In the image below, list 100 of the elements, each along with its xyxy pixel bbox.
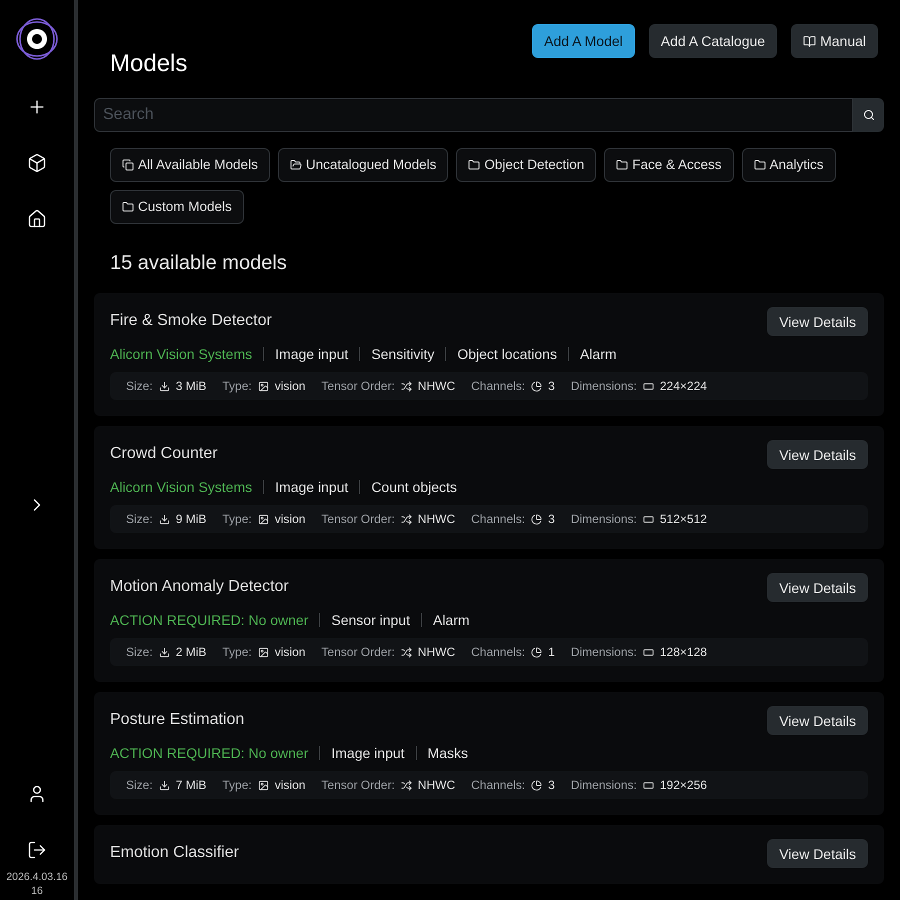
- spec-value: NHWC: [418, 777, 456, 794]
- spec-label: Type:: [222, 378, 252, 395]
- feature-label: Object locations: [457, 345, 557, 364]
- spec-value: vision: [274, 378, 306, 395]
- shuffle-icon: [400, 780, 412, 790]
- spec-label: Type:: [222, 644, 252, 661]
- logo-icon[interactable]: [15, 18, 59, 60]
- view-details-button[interactable]: View Details: [767, 307, 868, 336]
- feature-label: Image input: [275, 345, 348, 364]
- owner-label: Alicorn Vision Systems: [110, 345, 252, 364]
- feature-label: Image input: [331, 744, 405, 763]
- spec-value: vision: [274, 777, 306, 794]
- rectangle-icon: [642, 380, 654, 392]
- spec-value: 224×224: [660, 378, 707, 395]
- feature-label: Sensitivity: [371, 345, 434, 364]
- image-icon: [258, 514, 269, 524]
- folder-icon: [468, 159, 480, 171]
- view-details-button[interactable]: View Details: [767, 706, 868, 735]
- owner-label: Alicorn Vision Systems: [110, 478, 252, 497]
- view-details-button[interactable]: View Details: [767, 573, 868, 602]
- spec-value: NHWC: [418, 644, 456, 661]
- model-name: Motion Anomaly Detector: [110, 577, 289, 597]
- image-icon: [258, 380, 269, 392]
- spec-value: vision: [274, 644, 306, 661]
- shuffle-icon: [400, 646, 412, 658]
- spec-label: Channels:: [471, 511, 526, 528]
- spec-label: Dimensions:: [570, 644, 637, 661]
- pie-icon: [531, 514, 542, 524]
- spec-label: Tensor Order:: [321, 378, 395, 395]
- spec-label: Size:: [126, 777, 153, 794]
- search-button[interactable]: [853, 98, 884, 132]
- search-icon: [862, 109, 874, 121]
- spec-value: 512×512: [660, 511, 707, 528]
- spec-value: 3: [548, 378, 555, 395]
- view-details-button[interactable]: View Details: [767, 440, 868, 469]
- filter-chip[interactable]: Custom Models: [110, 190, 244, 224]
- shuffle-icon: [400, 380, 412, 392]
- manual-button[interactable]: Manual: [791, 24, 878, 58]
- model-name: Emotion Classifier: [110, 843, 239, 863]
- rectangle-icon: [642, 646, 654, 658]
- spec-label: Tensor Order:: [321, 777, 395, 794]
- feature-label: Alarm: [432, 611, 470, 630]
- spec-value: 2 MiB: [176, 644, 206, 661]
- folder-icon: [122, 201, 134, 213]
- spec-value: vision: [274, 511, 306, 528]
- spec-label: Channels:: [471, 777, 526, 794]
- pie-icon: [531, 380, 542, 392]
- download-icon: [158, 646, 170, 658]
- spec-label: Size:: [126, 644, 153, 661]
- spec-label: Type:: [222, 777, 252, 794]
- spec-label: Tensor Order:: [321, 511, 395, 528]
- spec-value: 1: [548, 644, 555, 661]
- filter-chip[interactable]: Uncatalogued Models: [278, 148, 448, 182]
- search-field[interactable]: Search: [94, 98, 853, 132]
- rectangle-icon: [642, 780, 654, 790]
- model-name: Fire & Smoke Detector: [110, 311, 272, 331]
- feature-label: Sensor input: [331, 611, 410, 630]
- header-button[interactable]: Add A Catalogue: [648, 24, 778, 58]
- pie-icon: [531, 780, 542, 790]
- spec-label: Dimensions:: [570, 511, 637, 528]
- spec-value: 3 MiB: [176, 378, 206, 395]
- download-icon: [158, 780, 170, 790]
- spec-label: Tensor Order:: [321, 644, 395, 661]
- page-title: Models: [110, 49, 188, 79]
- rectangle-icon: [642, 514, 654, 524]
- spec-label: Channels:: [471, 644, 526, 661]
- spec-value: NHWC: [418, 378, 456, 395]
- filter-chip[interactable]: Analytics: [742, 148, 836, 182]
- pie-icon: [531, 646, 542, 658]
- download-icon: [158, 514, 170, 524]
- header-button[interactable]: Add A Model: [532, 24, 635, 58]
- spec-label: Dimensions:: [570, 777, 637, 794]
- spec-value: 3: [548, 777, 555, 794]
- feature-label: Masks: [428, 744, 468, 763]
- spec-value: 7 MiB: [176, 777, 206, 794]
- filter-chip[interactable]: Face & Access: [604, 148, 734, 182]
- spec-label: Type:: [222, 511, 252, 528]
- spec-label: Size:: [126, 378, 153, 395]
- spec-label: Size:: [126, 511, 153, 528]
- model-count: 15 available models: [110, 251, 288, 276]
- folder-icon: [290, 159, 302, 171]
- book-icon: [803, 34, 816, 48]
- model-name: Crowd Counter: [110, 444, 218, 464]
- filter-chip[interactable]: All Available Models: [110, 148, 270, 182]
- spec-value: 192×256: [660, 777, 707, 794]
- feature-label: Image input: [275, 478, 348, 497]
- version-label: 2026.4.03.1616: [5, 870, 69, 898]
- download-icon: [158, 380, 170, 392]
- folder-icon: [616, 159, 628, 171]
- spec-label: Dimensions:: [570, 378, 637, 395]
- shuffle-icon: [400, 514, 412, 524]
- view-details-button[interactable]: View Details: [767, 839, 868, 868]
- feature-label: Count objects: [371, 478, 457, 497]
- image-icon: [258, 780, 269, 790]
- feature-label: Alarm: [580, 345, 617, 364]
- spec-value: 9 MiB: [176, 511, 206, 528]
- model-name: Posture Estimation: [110, 710, 244, 730]
- filter-chip[interactable]: Object Detection: [456, 148, 596, 182]
- owner-label: ACTION REQUIRED: No owner: [110, 611, 308, 630]
- spec-label: Channels:: [471, 378, 526, 395]
